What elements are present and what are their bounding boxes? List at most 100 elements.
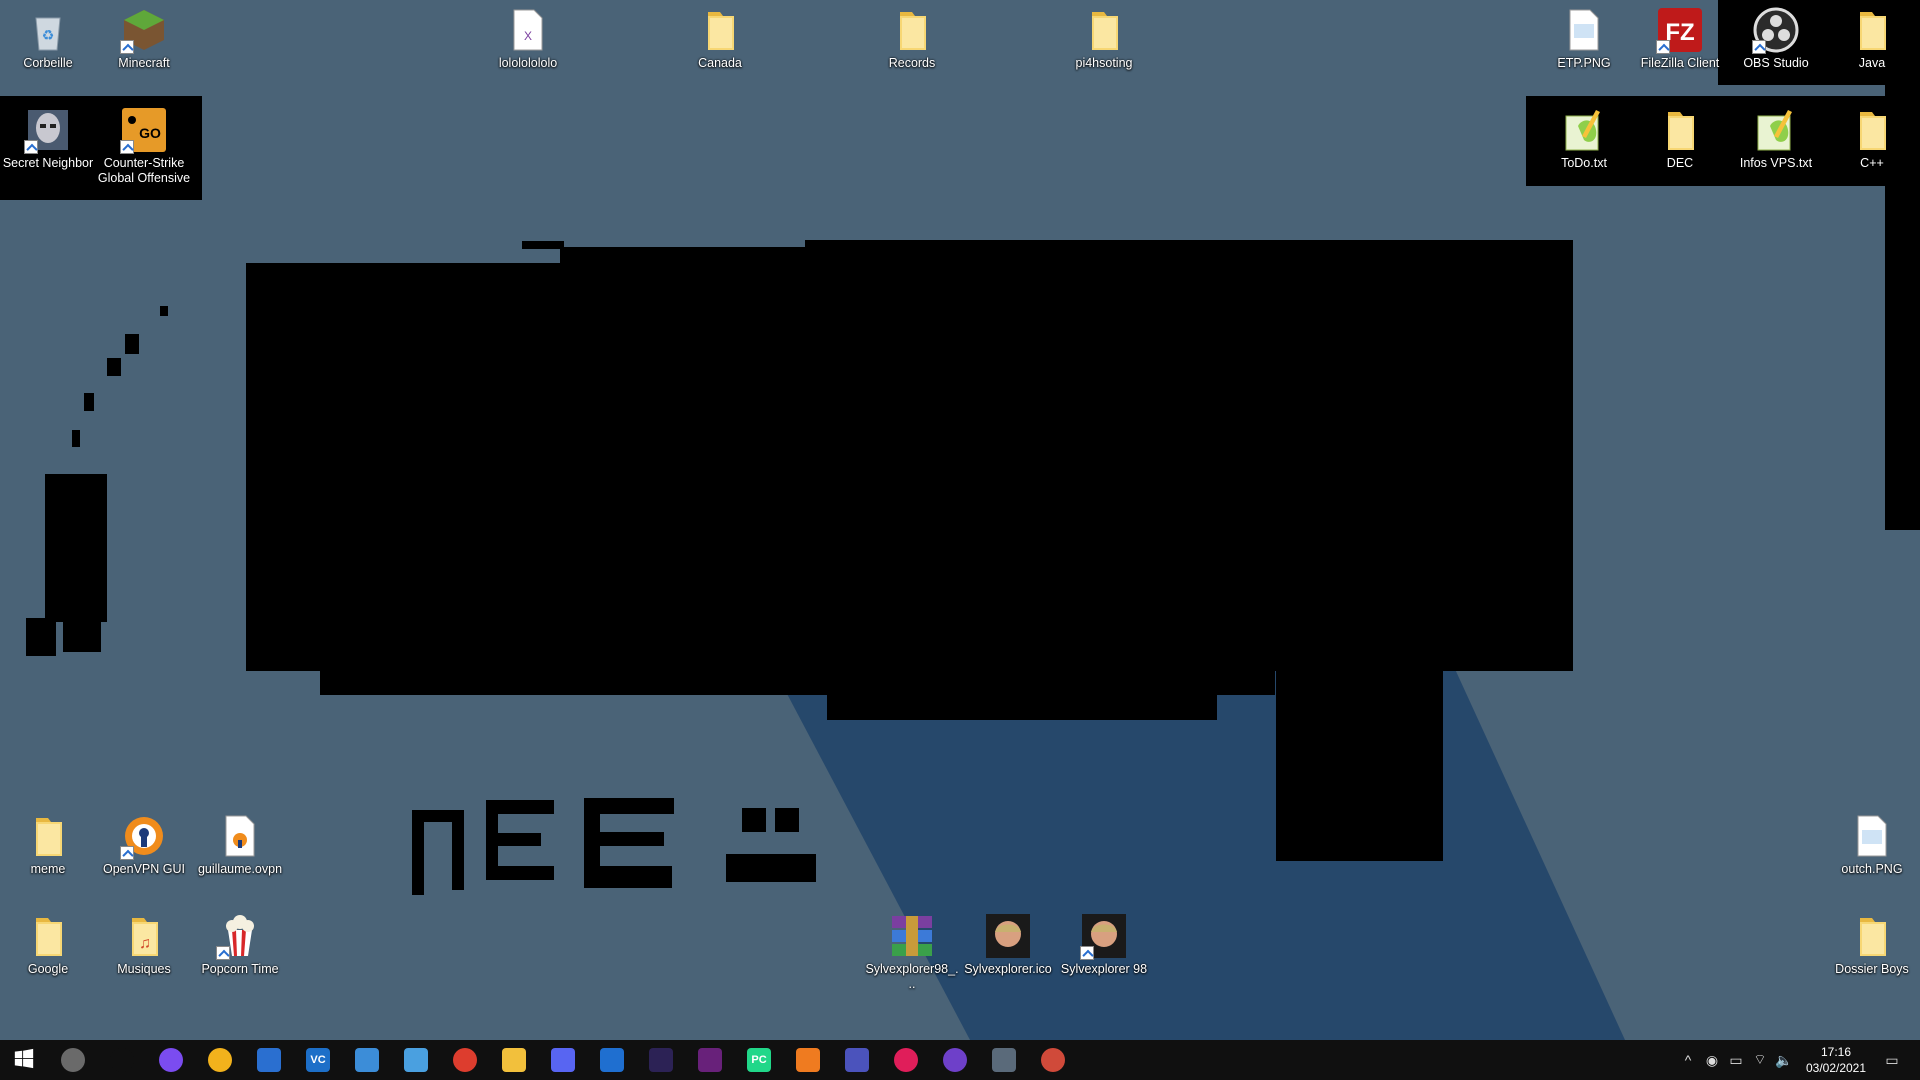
svg-text:X: X xyxy=(524,29,532,43)
discord-tray-icon[interactable]: ◉ xyxy=(1700,1040,1724,1080)
desktop[interactable]: ♻ Corbeille Minecraft Secret Neighbor GO Coun… xyxy=(0,0,1920,1040)
chat-alert-icon xyxy=(208,1048,232,1072)
wifi-icon[interactable]: ⌔ xyxy=(1748,1040,1772,1080)
desktop-icon[interactable]: Java xyxy=(1824,0,1920,100)
desktop-icon[interactable]: OBS Studio xyxy=(1728,0,1824,100)
github-icon xyxy=(943,1048,967,1072)
desktop-icon[interactable]: DEC xyxy=(1632,100,1728,200)
desktop-icon[interactable]: ♫ Musiques xyxy=(96,906,192,1006)
desktop-icon-label: Minecraft xyxy=(118,56,170,70)
taskbar-button[interactable] xyxy=(539,1040,587,1080)
taskbar-button[interactable] xyxy=(980,1040,1028,1080)
desktop-icon[interactable]: Popcorn Time xyxy=(192,906,288,1006)
desktop-icon[interactable]: Sylvexplorer98_... xyxy=(864,906,960,1006)
desktop-icon[interactable]: Infos VPS.txt xyxy=(1728,100,1824,200)
painted-text-drawing xyxy=(412,798,816,895)
desktop-icon[interactable]: meme xyxy=(0,806,96,906)
ovpn-file-icon xyxy=(216,812,264,860)
desktop-icon[interactable]: pi4hsoting xyxy=(1056,0,1152,100)
taskbar-button[interactable] xyxy=(392,1040,440,1080)
desktop-icon[interactable]: Google xyxy=(0,906,96,1006)
taskbar-button[interactable]: VC xyxy=(294,1040,342,1080)
black-scribble xyxy=(72,430,80,447)
desktop-icon[interactable]: Records xyxy=(864,0,960,100)
shortcut-arrow-icon xyxy=(120,40,134,54)
obs-icon xyxy=(1752,6,1800,54)
battery-icon[interactable]: ▭ xyxy=(1724,1040,1748,1080)
folder-icon xyxy=(1848,6,1896,54)
taskbar-button[interactable] xyxy=(833,1040,881,1080)
desktop-icon-label: Sylvexplorer 98 xyxy=(1060,962,1148,976)
black-scribble xyxy=(107,358,121,376)
clock-date: 03/02/2021 xyxy=(1805,1061,1867,1075)
desktop-icon[interactable]: Sylvexplorer 98 xyxy=(1056,906,1152,1006)
taskbar-button[interactable] xyxy=(0,1040,48,1080)
desktop-icon-label: Infos VPS.txt xyxy=(1739,156,1813,170)
svg-text:GO: GO xyxy=(139,125,161,141)
taskbar-button[interactable] xyxy=(784,1040,832,1080)
taskbar-button[interactable]: PC xyxy=(735,1040,783,1080)
taskbar-button[interactable] xyxy=(588,1040,636,1080)
black-scribble xyxy=(26,618,56,656)
folder-icon xyxy=(888,6,936,54)
taskbar-button[interactable] xyxy=(147,1040,195,1080)
taskbar-button[interactable] xyxy=(686,1040,734,1080)
volume-icon[interactable]: 🔈 xyxy=(1772,1040,1796,1080)
taskbar-button[interactable] xyxy=(637,1040,685,1080)
black-scribble xyxy=(560,247,810,267)
shortcut-arrow-icon xyxy=(216,946,230,960)
taskbar-button[interactable] xyxy=(49,1040,97,1080)
openvpn-icon xyxy=(120,812,168,860)
shortcut-arrow-icon xyxy=(1752,40,1766,54)
taskbar: VC PC ^ ◉ ▭ ⌔ 🔈 17:16 03/02/2021 ▭ xyxy=(0,1040,1920,1080)
taskbar-button[interactable] xyxy=(882,1040,930,1080)
minecraft-icon xyxy=(120,6,168,54)
desktop-icon-label: ETP.PNG xyxy=(1557,56,1611,70)
popcorn-icon xyxy=(216,912,264,960)
desktop-icon[interactable]: ToDo.txt xyxy=(1536,100,1632,200)
file-explorer-icon xyxy=(502,1048,526,1072)
taskbar-button[interactable] xyxy=(245,1040,293,1080)
desktop-icon[interactable]: Xlolololololo xyxy=(480,0,576,100)
desktop-icon[interactable]: Dossier Boys xyxy=(1824,906,1920,1006)
portrait-icon xyxy=(984,912,1032,960)
desktop-icon-label: Counter-Strike Global Offensive xyxy=(97,156,191,185)
taskbar-button[interactable] xyxy=(98,1040,146,1080)
desktop-icon[interactable]: GO Counter-Strike Global Offensive xyxy=(96,100,192,200)
notification-center-icon[interactable]: ▭ xyxy=(1872,1040,1912,1080)
shortcut-arrow-icon xyxy=(120,140,134,154)
taskbar-button[interactable] xyxy=(1029,1040,1077,1080)
svg-text:♫: ♫ xyxy=(139,935,151,952)
desktop-icon[interactable]: OpenVPN GUI xyxy=(96,806,192,906)
slack-icon xyxy=(894,1048,918,1072)
desktop-icon[interactable]: C++ xyxy=(1824,100,1920,200)
black-scribble xyxy=(805,240,1573,280)
desktop-icon[interactable]: ♻ Corbeille xyxy=(0,0,96,100)
folder-icon xyxy=(24,812,72,860)
svg-text:♻: ♻ xyxy=(42,27,55,43)
desktop-icon[interactable]: ETP.PNG xyxy=(1536,0,1632,100)
clock-time: 17:16 xyxy=(1820,1045,1852,1059)
desktop-icon[interactable]: Secret Neighbor xyxy=(0,100,96,200)
desktop-icon[interactable]: FZ FileZilla Client xyxy=(1632,0,1728,100)
taskbar-button[interactable] xyxy=(441,1040,489,1080)
folder-icon xyxy=(1080,6,1128,54)
desktop-icon-label: lolololololo xyxy=(498,56,558,70)
browser-icon xyxy=(600,1048,624,1072)
desktop-icon[interactable]: outch.PNG xyxy=(1824,806,1920,906)
taskbar-button[interactable] xyxy=(490,1040,538,1080)
desktop-icon-label: Sylvexplorer.ico xyxy=(964,962,1052,976)
taskbar-button[interactable] xyxy=(343,1040,391,1080)
desktop-icon[interactable]: Minecraft xyxy=(96,0,192,100)
desktop-icon[interactable]: guillaume.ovpn xyxy=(192,806,288,906)
desktop-icon-label: meme xyxy=(30,862,66,876)
taskbar-button[interactable] xyxy=(196,1040,244,1080)
paint-icon xyxy=(1041,1048,1065,1072)
notepadpp-file-icon xyxy=(1752,106,1800,154)
taskbar-button[interactable] xyxy=(931,1040,979,1080)
show-hidden-icons-icon[interactable]: ^ xyxy=(1676,1040,1700,1080)
desktop-icon[interactable]: Canada xyxy=(672,0,768,100)
desktop-icon[interactable]: Sylvexplorer.ico xyxy=(960,906,1056,1006)
secret-neighbor-icon xyxy=(24,106,72,154)
clock[interactable]: 17:16 03/02/2021 xyxy=(1796,1044,1876,1076)
